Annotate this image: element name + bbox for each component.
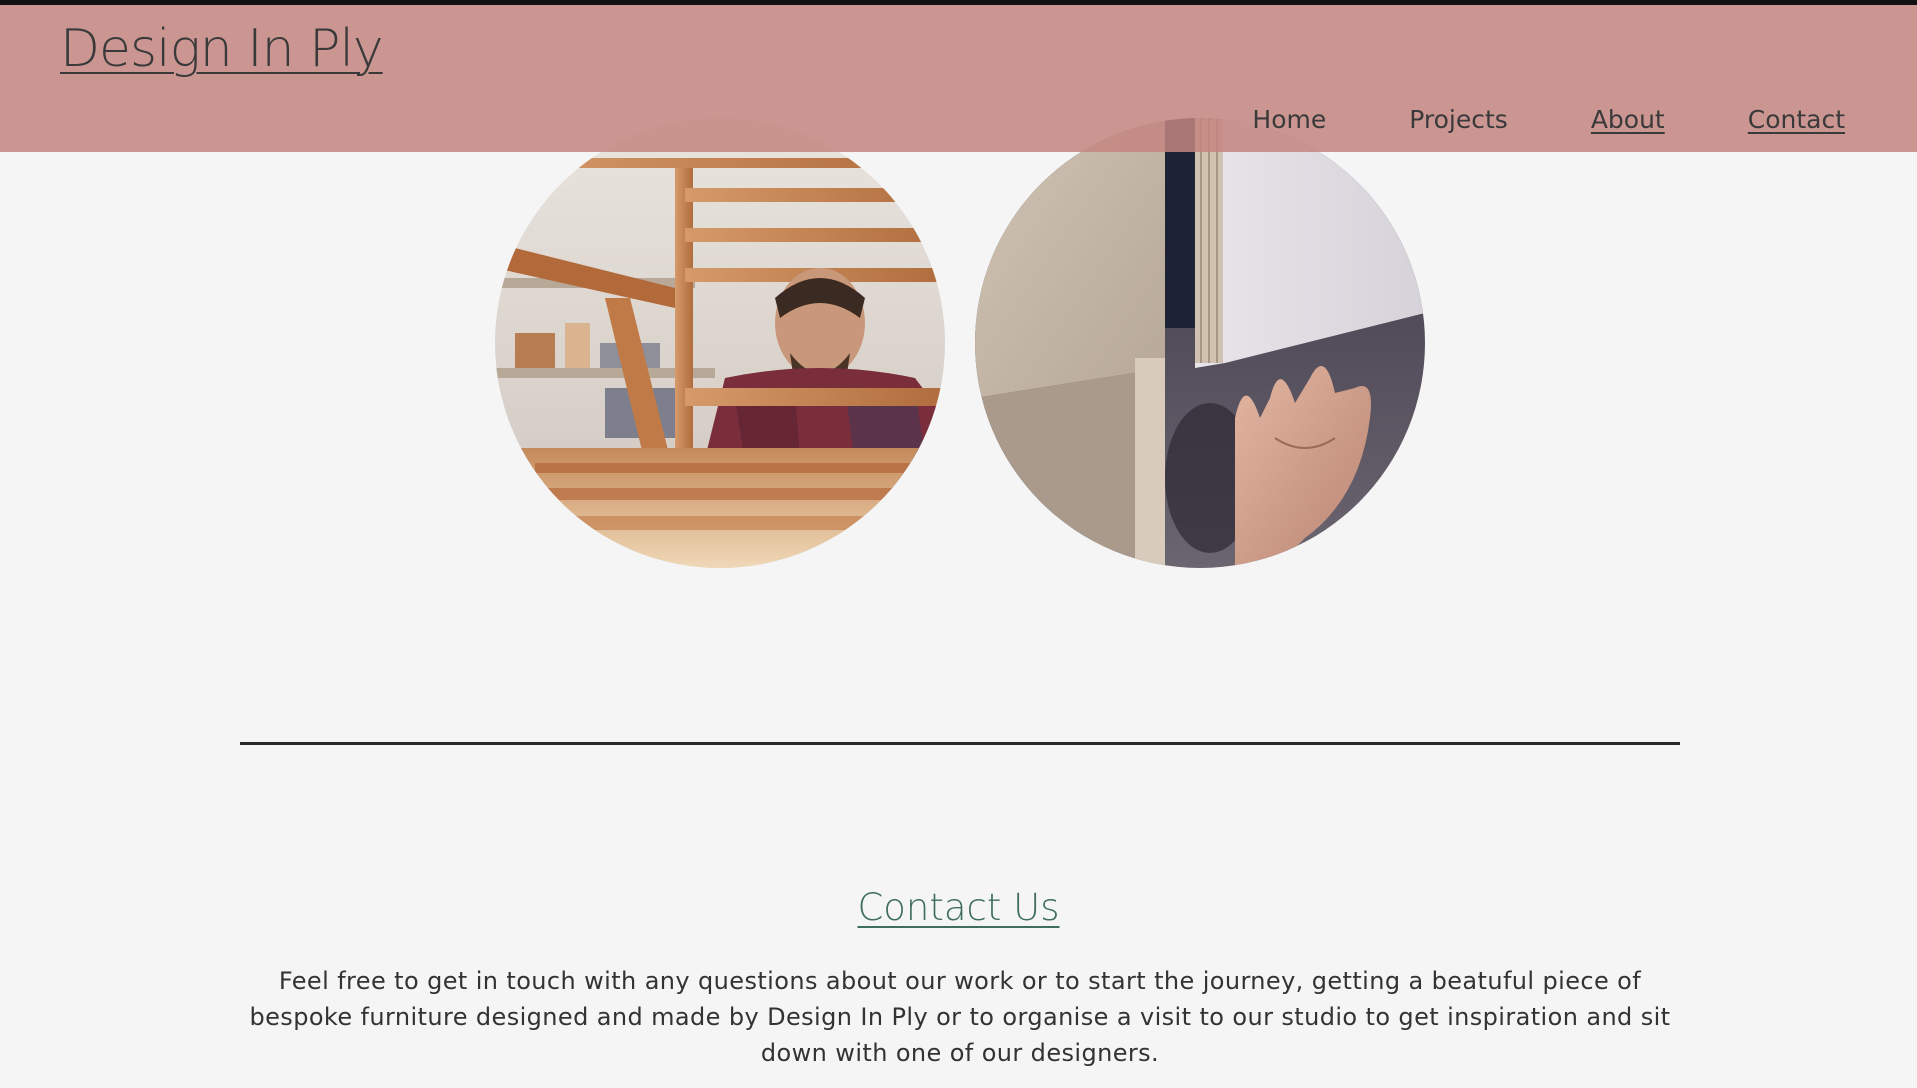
nav-about[interactable]: About	[1591, 105, 1665, 134]
nav-projects[interactable]: Projects	[1409, 105, 1508, 134]
workshop-photo-icon	[495, 118, 945, 568]
contact-description: Feel free to get in touch with any quest…	[249, 967, 1671, 1067]
woodworker-image	[495, 118, 945, 568]
plywood-photo-icon	[975, 118, 1425, 568]
site-logo[interactable]: Design In Ply	[60, 19, 384, 79]
top-border	[0, 0, 1917, 5]
main-nav: Home Projects About Contact	[1252, 105, 1845, 134]
contact-heading: Contact Us	[857, 886, 1060, 929]
site-header: Design In Ply Home Projects About Contac…	[0, 5, 1917, 152]
nav-home[interactable]: Home	[1252, 105, 1326, 134]
section-divider	[240, 742, 1680, 745]
nav-contact[interactable]: Contact	[1748, 105, 1845, 134]
plywood-hand-image	[975, 118, 1425, 568]
page: Design In Ply Home Projects About Contac…	[0, 0, 1917, 1088]
